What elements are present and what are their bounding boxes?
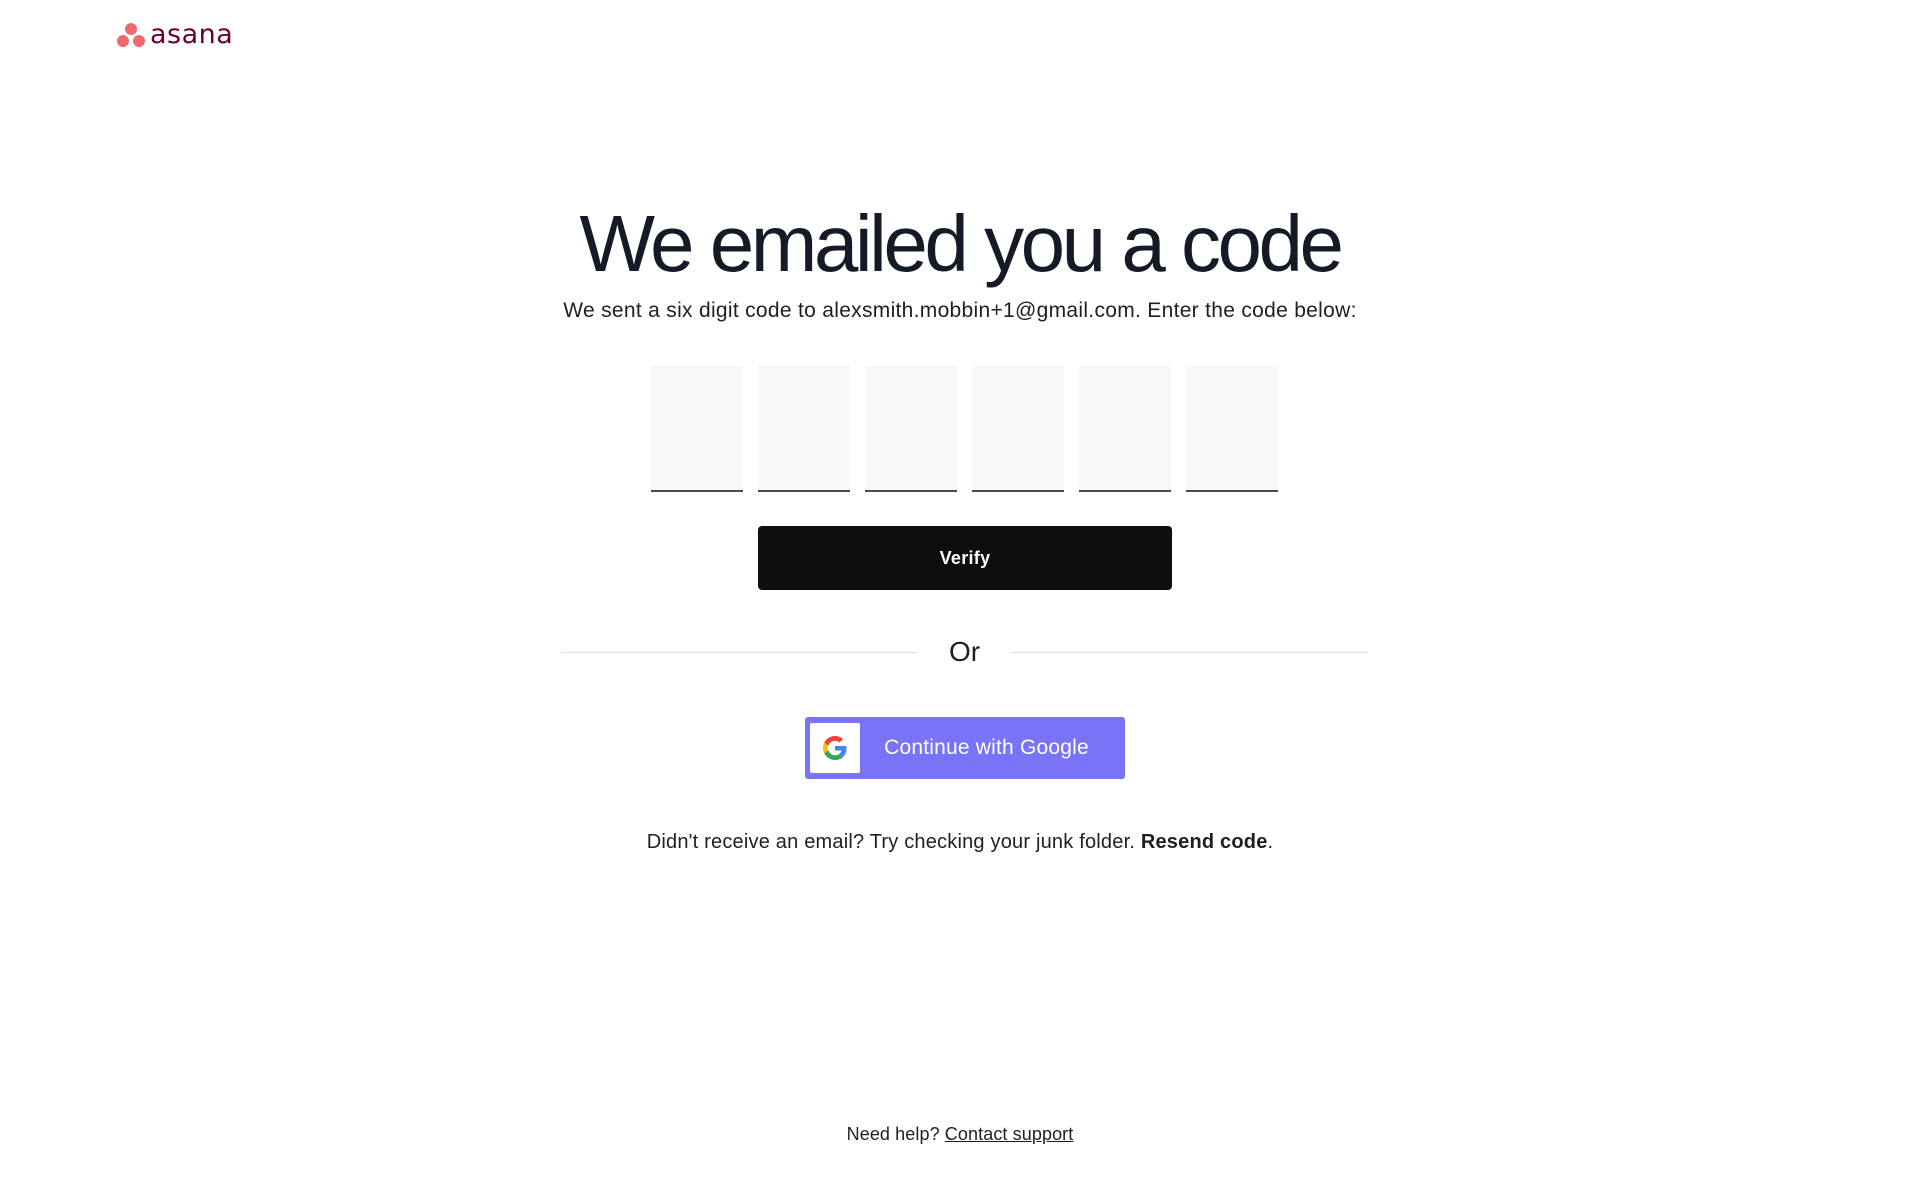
divider-line-right bbox=[1012, 652, 1368, 653]
resend-prefix-text: Didn't receive an email? Try checking yo… bbox=[646, 831, 1141, 853]
resend-suffix-text: . bbox=[1267, 831, 1274, 853]
asana-logo[interactable]: asana bbox=[116, 20, 233, 50]
google-icon-container bbox=[810, 723, 860, 773]
google-button-label: Continue with Google bbox=[884, 736, 1089, 759]
code-digit-6[interactable] bbox=[1186, 366, 1278, 492]
continue-with-google-button[interactable]: Continue with Google bbox=[805, 717, 1125, 779]
or-divider-label: Or bbox=[948, 636, 981, 667]
verify-button[interactable]: Verify bbox=[758, 526, 1172, 590]
footer-help: Need help? Contact support bbox=[0, 1122, 1920, 1146]
need-help-text: Need help? bbox=[846, 1124, 945, 1144]
page-title: We emailed you a code bbox=[579, 199, 1344, 288]
google-g-icon bbox=[823, 736, 847, 760]
resend-message: Didn't receive an email? Try checking yo… bbox=[0, 828, 1920, 856]
contact-support-link[interactable]: Contact support bbox=[945, 1124, 1074, 1144]
code-digit-4[interactable] bbox=[972, 366, 1064, 492]
code-digit-2[interactable] bbox=[758, 366, 850, 492]
code-digit-5[interactable] bbox=[1079, 366, 1171, 492]
page-subtitle: We sent a six digit code to alexsmith.mo… bbox=[563, 299, 1357, 322]
divider-line-left bbox=[561, 652, 917, 653]
code-input-group bbox=[651, 366, 1278, 492]
asana-wordmark: asana bbox=[150, 19, 234, 50]
verification-page: asana We emailed you a code We sent a si… bbox=[0, 0, 1920, 1200]
resend-code-link[interactable]: Resend code bbox=[1141, 831, 1268, 853]
code-digit-1[interactable] bbox=[651, 366, 743, 492]
code-digit-3[interactable] bbox=[865, 366, 957, 492]
asana-logo-icon bbox=[117, 23, 145, 47]
